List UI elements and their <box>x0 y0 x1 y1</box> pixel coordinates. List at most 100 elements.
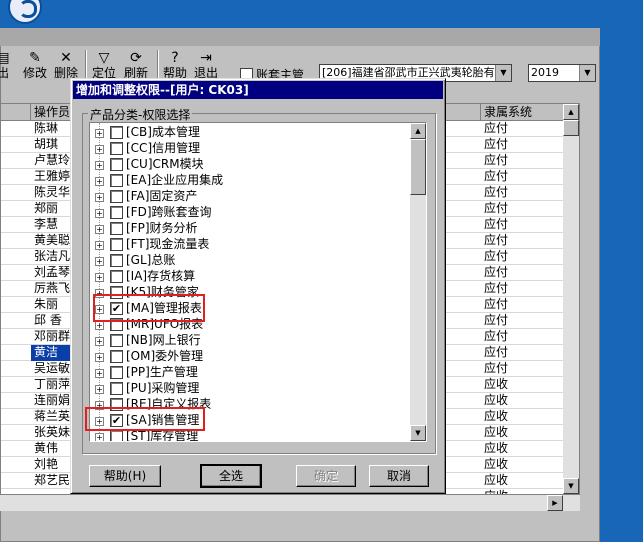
expand-icon[interactable]: + <box>95 433 104 441</box>
select-all-button[interactable]: 全选 <box>200 464 262 488</box>
operator-cell[interactable]: 黄洁 <box>31 345 73 361</box>
tree-item-label[interactable]: [IA]存货核算 <box>126 269 195 284</box>
system-cell[interactable]: 应收 <box>481 441 565 457</box>
tree-item[interactable]: + [CU]CRM模块 <box>90 157 410 173</box>
tree-item[interactable]: + [PU]采购管理 <box>90 381 410 397</box>
system-cell[interactable]: 应付 <box>481 329 565 345</box>
expand-icon[interactable]: + <box>95 193 104 202</box>
tree-item-label[interactable]: [EA]企业应用集成 <box>126 173 223 188</box>
permission-tree[interactable]: + [CB]成本管理 + [CC]信用管理 + [CU]CRM模块 + [EA]企业应用集成 +… <box>89 122 427 442</box>
tree-item-checkbox[interactable] <box>110 174 123 187</box>
system-cell[interactable]: 应付 <box>481 201 565 217</box>
scroll-up-icon[interactable]: ▲ <box>563 104 579 120</box>
operator-cell[interactable]: 丁丽萍 <box>31 377 73 393</box>
tree-item-label[interactable]: [PP]生产管理 <box>126 365 198 380</box>
edit-button[interactable]: ✎ 修改 <box>20 50 50 82</box>
expand-icon[interactable]: + <box>95 353 104 362</box>
system-cell[interactable]: 应付 <box>481 153 565 169</box>
system-cell[interactable]: 应付 <box>481 137 565 153</box>
operator-cell[interactable]: 朱丽 <box>31 297 73 313</box>
operator-cell[interactable]: 郑艺民 <box>31 473 73 489</box>
operator-cell[interactable]: 张洁凡 <box>31 249 73 265</box>
system-cell[interactable]: 应付 <box>481 265 565 281</box>
operator-cell[interactable]: 郑丽 <box>31 201 73 217</box>
tree-item-label[interactable]: [FT]现金流量表 <box>126 237 209 252</box>
expand-icon[interactable]: + <box>95 129 104 138</box>
grid-vertical-scrollbar[interactable]: ▲ ▼ <box>563 104 579 494</box>
expand-icon[interactable]: + <box>95 321 104 330</box>
system-cell[interactable]: 应收 <box>481 473 565 489</box>
tree-item-checkbox[interactable] <box>110 430 123 441</box>
tree-item-checkbox[interactable] <box>110 126 123 139</box>
tree-item-checkbox[interactable] <box>110 254 123 267</box>
operator-cell[interactable]: 陈琳 <box>31 121 73 137</box>
tree-item-label[interactable]: [OM]委外管理 <box>126 349 203 364</box>
scroll-down-icon[interactable]: ▼ <box>563 478 579 494</box>
operator-cell[interactable]: 黄美聪 <box>31 233 73 249</box>
system-cell[interactable]: 应收 <box>481 425 565 441</box>
expand-icon[interactable]: + <box>95 177 104 186</box>
tree-item-label[interactable]: [CU]CRM模块 <box>126 157 204 172</box>
operator-cell[interactable]: 刘艳 <box>31 457 73 473</box>
expand-icon[interactable]: + <box>95 257 104 266</box>
expand-icon[interactable]: + <box>95 337 104 346</box>
column-header-system[interactable]: 隶属系统 <box>481 104 565 121</box>
tree-item-label[interactable]: [FD]跨账套查询 <box>126 205 212 220</box>
column-header-operator[interactable]: 操作员 <box>31 104 73 121</box>
operator-cell[interactable]: 厉燕飞 <box>31 281 73 297</box>
tree-item[interactable]: + [FT]现金流量表 <box>90 237 410 253</box>
tree-item-label[interactable]: [FA]固定资产 <box>126 189 197 204</box>
operator-cell[interactable]: 吴运敏 <box>31 361 73 377</box>
scroll-right-icon[interactable]: ▶ <box>547 495 563 511</box>
operator-cell[interactable]: 陈灵华 <box>31 185 73 201</box>
tree-item-checkbox[interactable] <box>110 142 123 155</box>
ok-button[interactable]: 确定 <box>296 465 356 487</box>
year-select[interactable]: 2019 ▼ <box>528 64 596 82</box>
help-button[interactable]: 帮助(H) <box>89 465 161 487</box>
scroll-down-icon[interactable]: ▼ <box>410 425 426 441</box>
chevron-down-icon[interactable]: ▼ <box>579 65 595 81</box>
tree-item[interactable]: + [IA]存货核算 <box>90 269 410 285</box>
operator-cell[interactable]: 王雅婷 <box>31 169 73 185</box>
system-cell[interactable]: 应付 <box>481 281 565 297</box>
tree-item-checkbox[interactable] <box>110 190 123 203</box>
tree-item-checkbox[interactable] <box>110 158 123 171</box>
tree-item[interactable]: + [EA]企业应用集成 <box>90 173 410 189</box>
operator-cell[interactable]: 卢慧玲 <box>31 153 73 169</box>
tree-item-checkbox[interactable] <box>110 350 123 363</box>
system-cell[interactable]: 应付 <box>481 169 565 185</box>
operator-cell[interactable]: 胡琪 <box>31 137 73 153</box>
system-cell[interactable]: 应付 <box>481 313 565 329</box>
tree-item-label[interactable]: [NB]网上银行 <box>126 333 201 348</box>
tree-item[interactable]: + [CC]信用管理 <box>90 141 410 157</box>
operator-cell[interactable]: 李慧 <box>31 217 73 233</box>
tree-item[interactable]: + [GL]总账 <box>90 253 410 269</box>
system-cell[interactable]: 应付 <box>481 297 565 313</box>
expand-icon[interactable]: + <box>95 209 104 218</box>
tree-vertical-scrollbar[interactable]: ▲ ▼ <box>410 123 426 441</box>
scroll-thumb[interactable] <box>563 120 579 136</box>
print-button[interactable]: ▤ 出 <box>0 50 18 82</box>
tree-item-label[interactable]: [GL]总账 <box>126 253 175 268</box>
tree-item-checkbox[interactable] <box>110 206 123 219</box>
tree-item-checkbox[interactable] <box>110 238 123 251</box>
system-cell[interactable]: 应收 <box>481 457 565 473</box>
tree-item-checkbox[interactable] <box>110 382 123 395</box>
tree-item[interactable]: + [CB]成本管理 <box>90 125 410 141</box>
expand-icon[interactable]: + <box>95 385 104 394</box>
system-cell[interactable]: 应收 <box>481 377 565 393</box>
expand-icon[interactable]: + <box>95 161 104 170</box>
system-cell[interactable]: 应付 <box>481 217 565 233</box>
operator-cell[interactable]: 黄伟 <box>31 441 73 457</box>
tree-item[interactable]: + [NB]网上银行 <box>90 333 410 349</box>
operator-cell[interactable]: 连丽娟 <box>31 393 73 409</box>
expand-icon[interactable]: + <box>95 369 104 378</box>
tree-item-label[interactable]: [CC]信用管理 <box>126 141 200 156</box>
tree-item-label[interactable]: [FP]财务分析 <box>126 221 198 236</box>
tree-item[interactable]: + [OM]委外管理 <box>90 349 410 365</box>
system-cell[interactable]: 应付 <box>481 185 565 201</box>
scroll-thumb[interactable] <box>410 139 426 195</box>
system-cell[interactable]: 应付 <box>481 233 565 249</box>
tree-item-checkbox[interactable] <box>110 366 123 379</box>
tree-item[interactable]: + [PP]生产管理 <box>90 365 410 381</box>
